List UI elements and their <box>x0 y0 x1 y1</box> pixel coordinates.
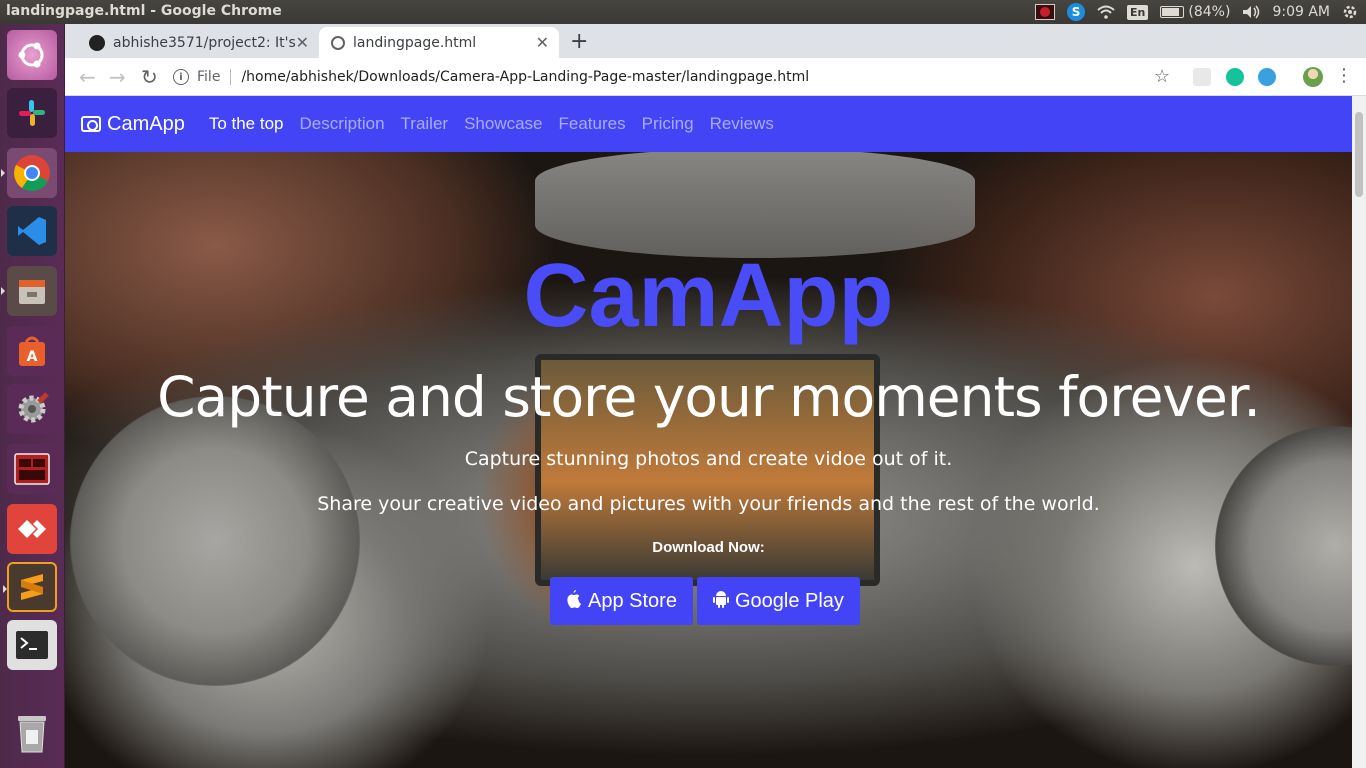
nav-features[interactable]: Features <box>559 114 626 134</box>
hero-subtitle-2: Share your creative video and pictures w… <box>317 493 1100 515</box>
software-center-icon[interactable]: A <box>7 326 57 376</box>
nav-reviews[interactable]: Reviews <box>710 114 774 134</box>
site-brand: CamApp <box>107 112 185 135</box>
extension-icon[interactable] <box>1193 68 1211 86</box>
google-play-label: Google Play <box>734 589 844 612</box>
tab-landingpage[interactable]: landingpage.html ✕ <box>319 27 559 58</box>
grammarly-icon[interactable] <box>1226 68 1244 86</box>
nav-pricing[interactable]: Pricing <box>642 114 694 134</box>
info-icon[interactable]: i <box>173 69 189 85</box>
nav-trailer[interactable]: Trailer <box>401 114 449 134</box>
volume-icon[interactable] <box>1242 5 1260 19</box>
site-navbar: CamApp To the top Description Trailer Sh… <box>65 96 1352 152</box>
scrollbar-thumb[interactable] <box>1355 112 1363 197</box>
hero-subtitle-1: Capture stunning photos and create vidoe… <box>464 448 953 470</box>
address-bar[interactable]: i File /home/abhishek/Downloads/Camera-A… <box>173 62 1173 92</box>
nav-showcase[interactable]: Showcase <box>464 114 542 134</box>
download-buttons: App Store Google Play <box>550 577 860 625</box>
battery-percent: (84%) <box>1188 4 1231 20</box>
url-divider <box>230 69 232 85</box>
back-arrow-icon[interactable]: ← <box>79 65 96 89</box>
new-tab-button[interactable]: + <box>570 29 588 54</box>
extension-blue-icon[interactable] <box>1258 68 1276 86</box>
close-tab-icon[interactable]: ✕ <box>296 33 309 52</box>
chrome-icon[interactable] <box>1 148 57 198</box>
site-brand-link[interactable]: CamApp <box>81 113 185 136</box>
window-title: landingpage.html - Google Chrome <box>6 3 282 19</box>
settings-icon[interactable] <box>7 384 57 434</box>
tab-label: landingpage.html <box>353 34 477 51</box>
terminal-app-icon[interactable] <box>7 444 57 494</box>
vscode-icon[interactable] <box>7 206 57 256</box>
ubuntu-dash-icon[interactable] <box>7 30 57 80</box>
nav-to-the-top[interactable]: To the top <box>209 114 284 134</box>
more-menu-icon[interactable]: ⋮ <box>1335 65 1353 86</box>
apple-icon <box>566 589 582 613</box>
camera-icon <box>81 116 101 132</box>
reload-icon[interactable]: ↻ <box>141 65 158 89</box>
anydesk-icon[interactable] <box>7 504 57 554</box>
profile-avatar[interactable] <box>1303 67 1323 87</box>
tab-github[interactable]: abhishe3571/project2: It's ✕ <box>77 27 319 58</box>
forward-arrow-icon[interactable]: → <box>109 65 126 89</box>
slack-icon[interactable] <box>7 88 57 138</box>
battery-indicator[interactable]: (84%) <box>1160 4 1230 20</box>
hero-title: CamApp <box>523 246 894 346</box>
bookmark-star-icon[interactable]: ☆ <box>1154 66 1170 87</box>
clock[interactable]: 9:09 AM <box>1272 4 1330 20</box>
app-store-label: App Store <box>588 589 677 612</box>
trash-icon[interactable] <box>7 708 57 758</box>
app-store-button[interactable]: App Store <box>550 577 693 625</box>
record-indicator-icon[interactable] <box>1035 4 1056 20</box>
browser-toolbar: ← → ↻ i File /home/abhishek/Downloads/Ca… <box>65 58 1366 96</box>
camera-lens-ring <box>535 148 975 258</box>
close-tab-icon[interactable]: ✕ <box>536 33 549 52</box>
hero-tagline: Capture and store your moments forever. <box>157 365 1261 429</box>
page-scrollbar[interactable] <box>1352 96 1366 768</box>
files-icon[interactable] <box>1 266 57 316</box>
hero-background-image <box>65 96 1352 768</box>
system-tray: S En (84%) 9:09 AM <box>1035 0 1358 24</box>
android-icon <box>712 590 729 613</box>
keyboard-layout-indicator[interactable]: En <box>1127 4 1149 20</box>
svg-text:A: A <box>27 349 38 365</box>
google-play-button[interactable]: Google Play <box>696 577 860 625</box>
system-top-panel: landingpage.html - Google Chrome S En (8… <box>0 0 1366 24</box>
url-scheme-label: File <box>197 69 221 85</box>
battery-icon <box>1160 6 1185 18</box>
tab-label: abhishe3571/project2: It's <box>113 34 296 51</box>
globe-icon <box>331 35 345 50</box>
system-menu-gear-icon[interactable] <box>1342 4 1358 20</box>
browser-tab-strip: abhishe3571/project2: It's ✕ landingpage… <box>65 24 1366 58</box>
page-viewport: CamApp To the top Description Trailer Sh… <box>65 96 1352 768</box>
url-text: /home/abhishek/Downloads/Camera-App-Land… <box>241 69 810 85</box>
skype-icon[interactable]: S <box>1067 3 1086 21</box>
terminal-icon[interactable] <box>7 620 57 670</box>
download-label: Download Now: <box>652 539 765 556</box>
wifi-icon[interactable] <box>1097 5 1115 19</box>
launcher: A <box>0 24 65 768</box>
sublime-text-icon[interactable] <box>3 562 57 612</box>
nav-description[interactable]: Description <box>299 114 384 134</box>
github-icon <box>89 34 105 51</box>
